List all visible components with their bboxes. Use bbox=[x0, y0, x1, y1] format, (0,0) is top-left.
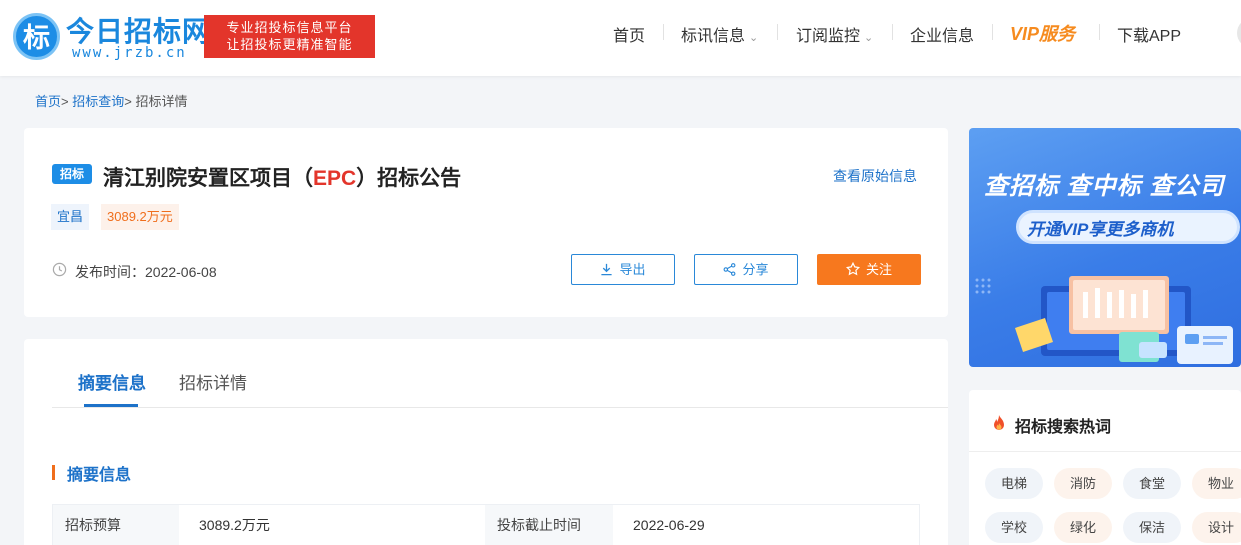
tab-summary[interactable]: 摘要信息 bbox=[78, 369, 146, 394]
hot-tag[interactable]: 设计 bbox=[1192, 512, 1241, 543]
nav-divider bbox=[892, 24, 893, 40]
amount-badge: 3089.2万元 bbox=[101, 204, 179, 230]
budget-value: 3089.2万元 bbox=[199, 517, 270, 533]
publish-time: 发布时间：2022-06-08 bbox=[75, 264, 217, 280]
dashboard-illustration-icon bbox=[975, 276, 1233, 364]
tab-bid-details[interactable]: 招标详情 bbox=[179, 369, 247, 394]
deadline-value: 2022-06-29 bbox=[633, 517, 705, 533]
nav-divider bbox=[777, 24, 778, 40]
hot-divider bbox=[969, 451, 1241, 452]
hot-tag[interactable]: 消防 bbox=[1054, 468, 1112, 499]
nav-home[interactable]: 首页 bbox=[613, 22, 645, 45]
banner-headline: 查招标 查中标 查公司 bbox=[984, 173, 1225, 200]
page-title: 清江别院安置区项目（EPC）招标公告 bbox=[103, 167, 462, 190]
nav-subscribe[interactable]: 订阅监控 ⌄ bbox=[796, 22, 874, 45]
clock-icon bbox=[52, 262, 67, 277]
nav-vip[interactable]: VIP服务 bbox=[1010, 20, 1075, 46]
export-button[interactable]: 导出 bbox=[571, 254, 675, 285]
fire-icon bbox=[994, 415, 1004, 430]
deadline-label: 投标截止时间 bbox=[485, 505, 613, 545]
table-row: 招标预算 3089.2万元 投标截止时间 2022-06-29 bbox=[52, 504, 920, 545]
hot-tag[interactable]: 电梯 bbox=[985, 468, 1043, 499]
breadcrumb-current: 招标详情 bbox=[135, 94, 188, 109]
nav-divider bbox=[992, 24, 993, 40]
star-icon bbox=[845, 261, 861, 276]
breadcrumb: 首页> 招标查询> 招标详情 bbox=[35, 94, 188, 109]
banner-subline: 开通VIP享更多商机 bbox=[1027, 220, 1174, 239]
vip-banner[interactable]: 查招标 查中标 查公司 开通VIP享更多商机 bbox=[969, 128, 1241, 367]
slogan-badge: 专业招投标信息平台 让招投标更精准智能 bbox=[204, 15, 375, 58]
breadcrumb-home[interactable]: 首页 bbox=[35, 94, 61, 109]
logo-url: www.jrzb.cn bbox=[72, 45, 187, 61]
share-button[interactable]: 分享 bbox=[694, 254, 798, 285]
nav-divider bbox=[1099, 24, 1100, 40]
bid-type-tag: 招标 bbox=[52, 164, 92, 184]
detail-card: 摘要信息 招标详情 摘要信息 招标预算 3089.2万元 投标截止时间 2022… bbox=[24, 339, 948, 545]
breadcrumb-search[interactable]: 招标查询 bbox=[72, 94, 124, 109]
section-title: 摘要信息 bbox=[67, 467, 132, 484]
hot-tag[interactable]: 食堂 bbox=[1123, 468, 1181, 499]
slogan-line-1: 专业招投标信息平台 bbox=[226, 20, 353, 35]
follow-button[interactable]: 关注 bbox=[817, 254, 921, 285]
hot-search-card: 招标搜索热词 电梯 消防 食堂 物业 学校 绿化 保洁 设计 bbox=[969, 390, 1241, 545]
chevron-down-icon: ⌄ bbox=[749, 32, 759, 44]
hot-tag[interactable]: 保洁 bbox=[1123, 512, 1181, 543]
logo-icon[interactable]: 标 bbox=[13, 13, 60, 60]
region-badge: 宜昌 bbox=[51, 204, 90, 230]
download-icon bbox=[601, 263, 613, 276]
section-marker bbox=[52, 465, 55, 480]
hot-tag[interactable]: 绿化 bbox=[1054, 512, 1112, 543]
share-icon bbox=[724, 263, 736, 276]
budget-label: 招标预算 bbox=[53, 505, 179, 545]
site-header: 标 今日招标网 www.jrzb.cn 专业招投标信息平台 让招投标更精准智能 … bbox=[0, 0, 1241, 76]
nav-bid-info[interactable]: 标讯信息 ⌄ bbox=[681, 22, 759, 45]
nav-download-app[interactable]: 下载APP bbox=[1117, 22, 1181, 45]
slogan-line-2: 让招投标更精准智能 bbox=[226, 37, 353, 52]
title-card: 招标 清江别院安置区项目（EPC）招标公告 查看原始信息 宜昌 3089.2万元… bbox=[24, 128, 948, 317]
logo-name[interactable]: 今日招标网 bbox=[66, 10, 211, 50]
nav-divider bbox=[663, 24, 664, 40]
chevron-down-icon: ⌄ bbox=[864, 32, 874, 44]
hot-tag[interactable]: 学校 bbox=[985, 512, 1043, 543]
hot-tag[interactable]: 物业 bbox=[1192, 468, 1241, 499]
avatar[interactable] bbox=[1237, 18, 1241, 48]
view-original-link[interactable]: 查看原始信息 bbox=[833, 166, 917, 186]
hot-search-title: 招标搜索热词 bbox=[1015, 419, 1112, 436]
tab-divider bbox=[52, 407, 948, 408]
nav-company[interactable]: 企业信息 bbox=[910, 22, 974, 45]
